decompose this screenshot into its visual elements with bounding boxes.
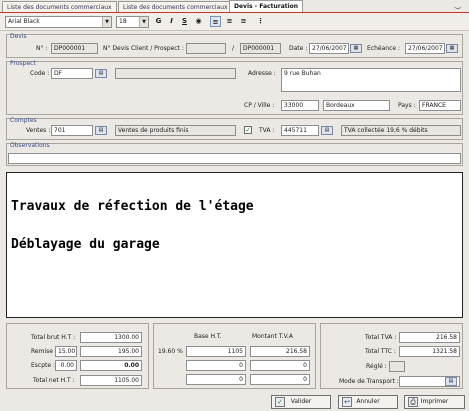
underline-button[interactable]: S — [179, 16, 190, 27]
remise-label: Remise : — [31, 348, 57, 355]
annuler-button[interactable]: ↩ Annuler — [338, 395, 398, 409]
lookup-icon[interactable]: ▤ — [445, 377, 457, 386]
base-ht-header: Base H.T. — [194, 333, 222, 340]
devis-group-title: Devis — [10, 33, 27, 40]
remise-value-field: 195.00 — [80, 346, 142, 357]
observations-group-title: Observations — [10, 142, 50, 149]
tva-account-field[interactable]: 445711 — [281, 125, 319, 136]
chevron-down-icon: ▼ — [102, 17, 111, 27]
align-center-icon[interactable]: ≡ — [224, 16, 235, 27]
bold-button[interactable]: G — [153, 16, 164, 27]
chevron-down-icon: ▼ — [139, 17, 148, 27]
echeance-field[interactable]: 27/06/2007 — [405, 43, 445, 54]
total-brut-field: 1300.00 — [80, 332, 142, 343]
regle-label: Réglé : — [366, 363, 387, 370]
tva-montant-2: 0 — [250, 360, 310, 371]
escpte-value-field: 0.00 — [80, 360, 142, 371]
align-right-icon[interactable]: ≡ — [238, 16, 249, 27]
total-net-field: 1105.00 — [80, 375, 142, 386]
tva-rate-1: 19.60 % — [158, 348, 183, 355]
lookup-icon[interactable]: ▤ — [95, 126, 107, 135]
ville-field[interactable]: Bordeaux — [323, 100, 390, 111]
font-family-value: Arial Black — [8, 18, 40, 25]
total-net-label: Total net H.T : — [33, 377, 75, 384]
close-tab-icon[interactable]: ‿ — [455, 1, 461, 9]
lookup-icon[interactable]: ▤ — [95, 69, 107, 78]
tva-desc-field: TVA collectée 19,6 % débits — [341, 125, 461, 136]
align-left-icon[interactable]: ≡ — [210, 16, 221, 27]
total-tva-field: 216.58 — [399, 332, 460, 343]
ventes-label: Ventes : — [26, 127, 51, 134]
font-size-select[interactable]: 18 ▼ — [116, 16, 149, 28]
escpte-label: Escpte : — [31, 362, 55, 369]
calendar-icon[interactable]: ▦ — [446, 44, 458, 53]
code-label: Code : — [30, 70, 50, 77]
annuler-label: Annuler — [356, 398, 380, 405]
pays-label: Pays : — [398, 102, 416, 109]
regle-field[interactable] — [389, 361, 405, 372]
devis-num-label: N° : — [36, 45, 48, 52]
date-field[interactable]: 27/06/2007 — [309, 43, 349, 54]
rich-text-editor[interactable]: Travaux de réfection de l'étage Déblayag… — [6, 172, 463, 318]
date-label: Date : — [289, 45, 308, 52]
font-size-value: 18 — [119, 18, 127, 25]
total-ttc-label: Total TTC : — [365, 348, 396, 355]
tva-base-1: 1105 — [186, 346, 246, 357]
escpte-pct-field[interactable]: 0.00 — [55, 360, 77, 371]
tva-base-2: 0 — [186, 360, 246, 371]
total-ttc-field: 1321.58 — [399, 346, 460, 357]
total-brut-label: Total brut H.T : — [31, 334, 76, 341]
imprimer-label: Imprimer — [420, 398, 449, 405]
comptes-group-title: Comptes — [10, 117, 37, 124]
remise-pct-field[interactable]: 15.00 — [55, 346, 77, 357]
mode-transport-field[interactable]: ▤ — [399, 376, 460, 387]
ventes-desc-field: Ventes de produits finis — [115, 125, 236, 136]
calendar-icon[interactable]: ▦ — [350, 44, 362, 53]
devis-client-label: N° Devis Client / Prospect : — [103, 45, 184, 52]
montant-tva-header: Montant T.V.A — [252, 333, 293, 340]
observations-field[interactable] — [8, 153, 461, 164]
valider-button[interactable]: ✓ Valider — [271, 395, 331, 409]
printer-icon: ⎙ — [408, 397, 418, 407]
echeance-label: Echéance : — [367, 45, 400, 52]
cp-ville-label: CP / Ville : — [244, 102, 275, 109]
editor-line-1: Travaux de réfection de l'étage — [11, 199, 254, 214]
devis-client-field[interactable] — [186, 43, 226, 54]
total-tva-label: Total TVA : — [365, 334, 397, 341]
devis-doc-field: DP000001 — [240, 43, 281, 54]
pays-field[interactable]: FRANCE — [419, 100, 461, 111]
italic-button[interactable]: I — [166, 16, 177, 27]
devis-num-field: DP000001 — [51, 43, 98, 54]
color-picker-icon[interactable]: ◉ — [193, 16, 204, 27]
tva-montant-1: 216.58 — [250, 346, 310, 357]
ventes-account-field[interactable]: 701 — [51, 125, 93, 136]
editor-line-2: Déblayage du garage — [11, 237, 160, 252]
adresse-label: Adresse : — [248, 70, 276, 77]
tva-base-3: 0 — [186, 374, 246, 385]
lookup-icon[interactable]: ▤ — [321, 126, 333, 135]
adresse-field[interactable]: 9 rue Buhan — [281, 68, 461, 92]
bullet-list-icon[interactable]: ⋮ — [255, 16, 266, 27]
font-family-select[interactable]: Arial Black ▼ — [5, 16, 112, 28]
slash-label: / — [232, 45, 235, 52]
cancel-icon: ↩ — [342, 397, 352, 407]
prospect-name-field — [115, 68, 236, 79]
imprimer-button[interactable]: ⎙ Imprimer — [404, 395, 465, 409]
tva-label: TVA : — [259, 127, 275, 134]
prospect-group-title: Prospect — [10, 60, 36, 67]
tva-checkbox[interactable]: ✓ — [244, 126, 252, 134]
tva-montant-3: 0 — [250, 374, 310, 385]
mode-transport-label: Mode de Transport : — [339, 378, 399, 385]
cp-field[interactable]: 33000 — [281, 100, 319, 111]
check-icon: ✓ — [275, 397, 285, 407]
valider-label: Valider — [290, 398, 312, 405]
code-field[interactable]: DF — [51, 68, 93, 79]
